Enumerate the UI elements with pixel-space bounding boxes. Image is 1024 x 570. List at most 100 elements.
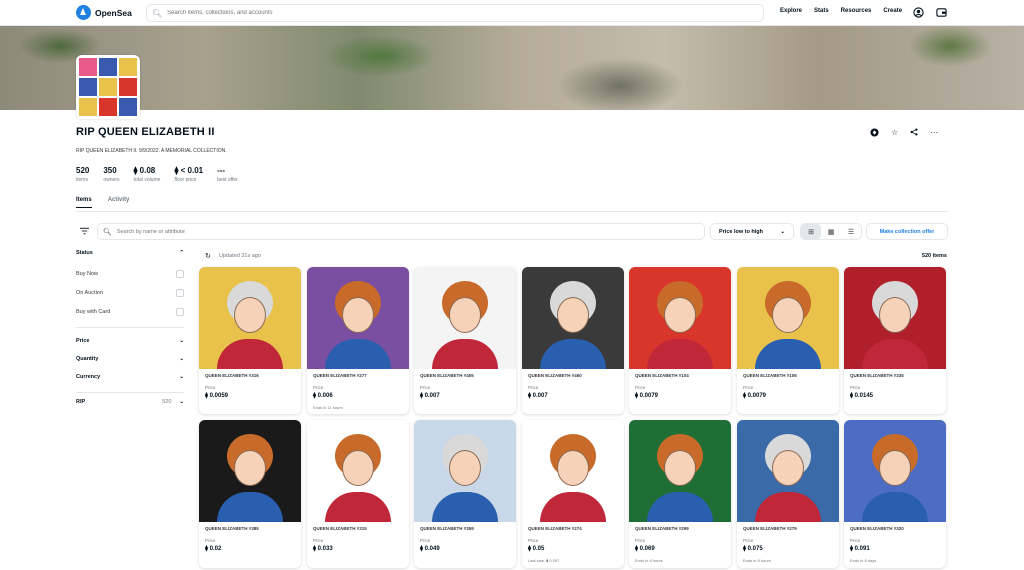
status-option-label: Buy Now [76,271,99,277]
nft-name: QUEEN ELIZABETH #455 [420,373,474,378]
share-icon[interactable] [910,128,918,139]
nft-image[interactable] [737,267,839,369]
nft-card[interactable]: QUEEN ELIZABETH #455 Price ⧫ 0.007 [414,267,516,414]
nft-card[interactable]: QUEEN ELIZABETH #359 Price ⧫ 0.049 [414,420,516,568]
nft-note: Ends in 8 days [850,558,877,563]
nft-image[interactable] [522,267,624,369]
nft-image[interactable] [199,267,301,369]
checkbox[interactable] [176,289,184,297]
nft-card[interactable]: QUEEN ELIZABETH #299 Price ⧫ 0.069 Ends in … [629,420,731,568]
currency-filter-header[interactable]: Currency ⌄ [76,374,184,384]
account-icon[interactable] [912,6,924,18]
price-label: Price [635,538,646,543]
price-value: 0.091 [854,546,870,552]
sort-select[interactable]: Price low to high ⌄ [710,223,794,240]
nav-create[interactable]: Create [883,8,902,14]
tab-items[interactable]: Items [76,197,92,208]
portrait-face [557,297,589,333]
nft-image[interactable] [737,420,839,522]
nft-image[interactable] [629,267,731,369]
nft-image[interactable] [629,420,731,522]
global-search[interactable]: 🔍︎ [146,4,764,22]
nav-resources[interactable]: Resources [841,8,872,14]
list-icon[interactable]: ☰ [841,224,861,239]
make-collection-offer-button[interactable]: Make collection offer [866,223,948,240]
grid-small-icon[interactable]: ▦ [821,224,841,239]
nft-image[interactable] [199,420,301,522]
tab-activity[interactable]: Activity [108,197,130,208]
nft-price: ⧫ 0.0059 [205,392,295,399]
top-nav: OpenSea 🔍︎ Explore Stats Resources Creat… [0,0,1024,26]
filter-icon[interactable] [80,227,89,237]
section-label: Price [76,338,90,344]
checkbox[interactable] [176,308,184,316]
nft-image[interactable] [414,420,516,522]
chain-icon[interactable] [870,128,879,139]
portrait-face [234,450,266,486]
grid-large-icon[interactable]: ⊞ [801,224,821,239]
nft-card[interactable]: QUEEN ELIZABETH #320 Price ⧫ 0.091 Ends in … [844,420,946,568]
refresh-icon[interactable]: ↻ [205,252,211,260]
item-search-input[interactable] [116,228,677,235]
nft-card[interactable]: QUEEN ELIZABETH #315 Price ⧫ 0.033 [307,420,409,568]
nft-card[interactable]: QUEEN ELIZABETH #274 Price ⧫ 0.05 Last sale… [522,420,624,568]
nft-image[interactable] [844,267,946,369]
quantity-filter-header[interactable]: Quantity ⌄ [76,356,184,366]
nft-price: ⧫ 0.0079 [635,392,725,399]
status-label: Status [76,250,93,256]
nav-explore[interactable]: Explore [780,8,802,14]
status-filter-header[interactable]: Status ⌃ [76,250,184,260]
price-filter-header[interactable]: Price ⌄ [76,338,184,348]
portrait-body [540,492,606,522]
global-search-input[interactable] [167,10,728,16]
price-label: Price [635,385,646,390]
nft-price: ⧫ 0.007 [420,392,510,399]
stat-items: 520 items [76,166,90,183]
star-icon[interactable]: ☆ [891,128,898,139]
view-toggle: ⊞ ▦ ☰ [800,223,862,240]
portrait-face [772,297,804,333]
nft-price: ⧫ 0.05 [528,545,618,552]
nav-stats[interactable]: Stats [814,8,829,14]
price-value: 0.05 [532,546,545,552]
portrait-face [234,297,266,333]
opensea-logo[interactable]: OpenSea [76,5,132,20]
logo-text: OpenSea [95,7,132,18]
nft-name: QUEEN ELIZABETH #104 [635,373,689,378]
trait-filter-rip[interactable]: RIP 520 ⌄ [76,399,184,409]
nft-card[interactable]: QUEEN ELIZABETH #385 Price ⧫ 0.02 [199,420,301,568]
price-label: Price [205,385,216,390]
nft-card[interactable]: QUEEN ELIZABETH #104 Price ⧫ 0.0079 [629,267,731,414]
stat-owners: 350 owners [103,166,120,183]
portrait-body [862,339,928,369]
wallet-icon[interactable] [935,6,947,18]
nft-card[interactable]: QUEEN ELIZABETH #335 Price ⧫ 0.0145 [844,267,946,414]
nft-card[interactable]: QUEEN ELIZABETH #279 Price ⧫ 0.075 Ends in … [737,420,839,568]
portrait-body [862,492,928,522]
nft-price: ⧫ 0.007 [528,392,618,399]
checkbox[interactable] [176,270,184,278]
price-value: 0.069 [639,546,655,552]
nft-image[interactable] [844,420,946,522]
price-label: Price [420,538,431,543]
nft-card[interactable]: QUEEN ELIZABETH #316 Price ⧫ 0.0059 [199,267,301,414]
chevron-down-icon: ⌄ [780,229,785,235]
item-search[interactable]: 🔍︎ [97,223,705,240]
price-value: 0.0079 [639,393,658,399]
nft-name: QUEEN ELIZABETH #315 [313,526,367,531]
nft-image[interactable] [307,420,409,522]
status-option-buy-with-card[interactable]: Buy with Card [76,307,184,317]
nft-image[interactable] [414,267,516,369]
portrait-face [772,450,804,486]
nft-card[interactable]: QUEEN ELIZABETH #277 Price ⧫ 0.006 Ends in … [307,267,409,414]
nft-card[interactable]: QUEEN ELIZABETH #106 Price ⧫ 0.0079 [737,267,839,414]
nft-image[interactable] [307,267,409,369]
status-option-buy-now[interactable]: Buy Now [76,269,184,279]
nft-price: ⧫ 0.075 [743,545,833,552]
more-icon[interactable]: ··· [930,128,938,139]
nft-image[interactable] [522,420,624,522]
portrait-face [879,450,911,486]
chevron-up-icon: ⌃ [179,250,184,256]
nft-card[interactable]: QUEEN ELIZABETH #460 Price ⧫ 0.007 [522,267,624,414]
status-option-on-auction[interactable]: On Auction [76,288,184,298]
